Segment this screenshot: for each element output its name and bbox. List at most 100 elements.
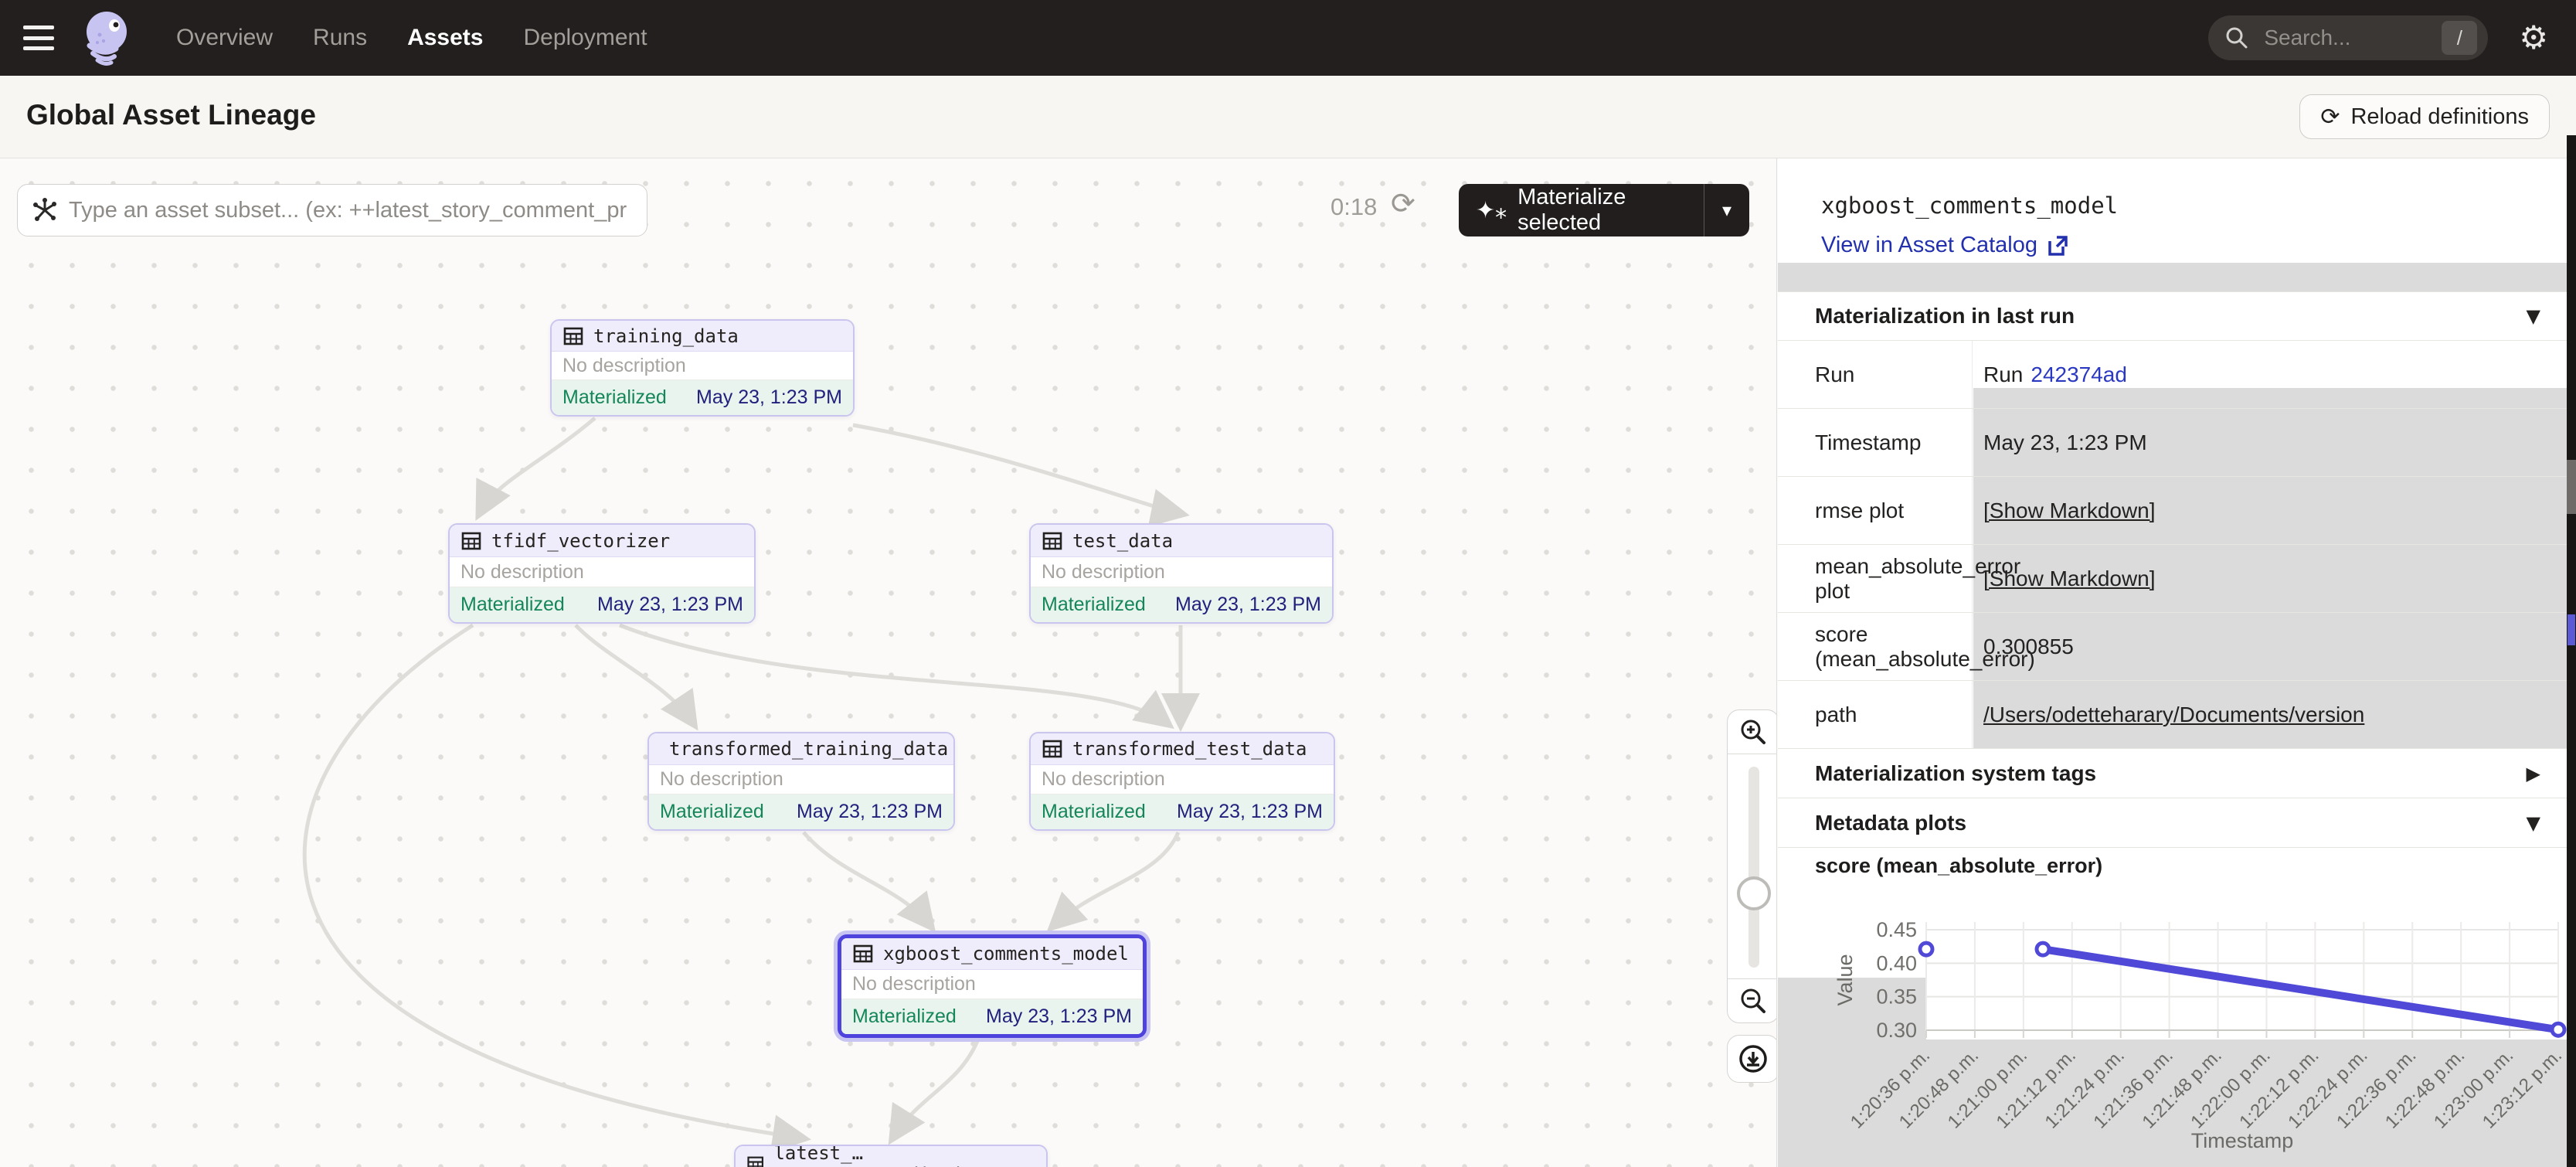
asset-node-test_data[interactable]: test_data No description Materialized Ma… [1029,523,1334,624]
asset-node-timestamp[interactable]: May 23, 1:23 PM [696,386,842,409]
metadata-value-link[interactable]: [Show Markdown] [1983,566,2156,591]
nav-item-assets[interactable]: Assets [407,0,483,76]
right-edge-strip [2567,135,2576,1167]
asset-node-timestamp[interactable]: May 23, 1:23 PM [797,801,943,823]
table-icon [746,1153,764,1167]
asset-node-status: Materialized [562,386,667,409]
asset-node-timestamp[interactable]: May 23, 1:23 PM [597,594,743,616]
table-icon [852,943,874,965]
nav-item-deployment[interactable]: Deployment [523,0,647,76]
metadata-value: [Show Markdown] [1973,477,2567,544]
metadata-row: score (mean_absolute_error) 0.300855 [1778,612,2567,680]
metadata-row: rmse plot [Show Markdown] [1778,476,2567,544]
asset-node-name: training_data [593,325,739,347]
top-nav: Overview Runs Assets Deployment Search... /… [0,0,2576,76]
asset-node-transformed_training_data[interactable]: transformed_training_data No description… [647,732,955,831]
hamburger-menu-icon[interactable] [23,26,54,50]
asset-node-latest__comment_predictions[interactable]: latest_…_comment_predictions No descript… [734,1145,1048,1167]
materialize-dropdown-caret[interactable]: ▾ [1704,199,1749,221]
asset-node-name: test_data [1072,530,1173,552]
metadata-row: Run Run 242374ad [1778,340,2567,408]
zoom-slider-handle[interactable] [1737,876,1771,910]
zoom-controls [1727,709,1777,1023]
materialize-selected-button[interactable]: ✦⁎ Materialize selected ▾ [1459,184,1749,236]
asset-node-timestamp[interactable]: May 23, 1:23 PM [986,1005,1132,1028]
materialization-metadata-table: Run Run 242374ad Timestamp May 23, 1:23 P… [1778,340,2567,748]
metadata-plot-title: score (mean_absolute_error) [1815,854,2102,878]
metadata-label: mean_absolute_error plot [1778,545,1973,612]
svg-text:0.40: 0.40 [1876,951,1917,975]
chevron-right-icon: ▶ [2527,763,2540,784]
catalog-link-label: View in Asset Catalog [1821,233,2037,258]
asset-node-status: Materialized [1042,801,1146,823]
section-label: Metadata plots [1815,811,1966,835]
nav-item-overview[interactable]: Overview [176,0,273,76]
metadata-value-link[interactable]: /Users/odetteharary/Documents/version [1983,703,2364,727]
table-icon [1042,738,1063,760]
download-graph-button[interactable] [1727,1035,1777,1083]
metadata-value: /Users/odetteharary/Documents/version [1973,681,2567,748]
graph-refresh-icon[interactable]: ⟳ [1391,186,1415,220]
asset-node-name: tfidf_vectorizer [491,530,670,552]
external-link-icon [2047,235,2068,257]
download-icon [1737,1043,1769,1075]
divider [1778,847,2567,848]
run-prefix: Run [1983,362,2023,387]
asset-node-description: No description [1031,765,1334,794]
svg-text:0.30: 0.30 [1876,1019,1917,1042]
zoom-out-button[interactable] [1728,979,1777,1022]
metadata-label: Run [1778,341,1973,408]
asset-node-description: No description [1031,557,1332,587]
asset-subset-placeholder: Type an asset subset... (ex: ++latest_st… [69,198,641,223]
search-input[interactable]: Search... / [2208,15,2488,60]
asset-node-xgboost_comments_model[interactable]: xgboost_comments_model No description Ma… [838,934,1147,1038]
asset-node-name: transformed_training_data [669,738,948,760]
run-id-link[interactable]: 242374ad [2031,362,2127,387]
metadata-row: Timestamp May 23, 1:23 PM [1778,408,2567,476]
asset-node-training_data[interactable]: training_data No description Materialize… [550,319,855,417]
asset-lineage-graph[interactable]: Type an asset subset... (ex: ++latest_st… [0,158,1777,1167]
metadata-value: Run 242374ad [1973,341,2567,408]
table-icon [562,325,584,347]
section-materialization-system-tags[interactable]: Materialization system tags ▶ [1778,748,2567,798]
asset-name-title: xgboost_comments_model [1821,192,2118,219]
reload-definitions-button[interactable]: ⟳ Reload definitions [2299,94,2550,139]
asset-graph-filter-icon [32,197,58,223]
gear-icon[interactable]: ⚙ [2519,22,2548,54]
asset-node-timestamp[interactable]: May 23, 1:23 PM [1177,801,1323,823]
section-label: Materialization system tags [1815,761,2096,786]
asset-node-description: No description [841,970,1143,999]
section-metadata-plots[interactable]: Metadata plots ▼ [1778,798,2567,847]
table-icon [1042,530,1063,552]
svg-text:0.45: 0.45 [1876,918,1917,941]
asset-node-description: No description [552,352,853,380]
zoom-slider-track [1748,767,1759,968]
page-header: Global Asset Lineage ⟳ Reload definition… [0,76,2576,158]
asset-node-status: Materialized [460,594,565,616]
asset-node-timestamp[interactable]: May 23, 1:23 PM [1175,594,1321,616]
score-line-chart[interactable]: 0.450.400.350.30Value1:20:36 p.m.1:20:48… [1778,881,2567,1167]
section-materialization-last-run[interactable]: Materialization in last run ▼ [1778,291,2567,340]
view-in-asset-catalog-link[interactable]: View in Asset Catalog [1821,233,2068,258]
nav-item-runs[interactable]: Runs [313,0,367,76]
asset-subset-input[interactable]: Type an asset subset... (ex: ++latest_st… [17,184,647,236]
refresh-icon: ⟳ [2320,104,2340,131]
metadata-value-link[interactable]: [Show Markdown] [1983,498,2156,523]
zoom-in-button[interactable] [1728,710,1777,754]
metadata-value: May 23, 1:23 PM [1973,409,2567,476]
section-label: Materialization in last run [1815,304,2075,328]
asset-node-name: xgboost_comments_model [883,943,1129,965]
dagster-logo-icon[interactable] [74,9,133,67]
asset-node-description: No description [649,765,953,794]
sparkle-icon: ✦⁎ [1476,197,1507,224]
selection-highlight [1778,263,2567,291]
svg-text:Value: Value [1833,954,1857,1005]
asset-node-transformed_test_data[interactable]: transformed_test_data No description Mat… [1029,732,1335,831]
chevron-down-icon: ▼ [2527,305,2540,327]
zoom-slider[interactable] [1728,754,1777,979]
asset-node-tfidf_vectorizer[interactable]: tfidf_vectorizer No description Material… [448,523,756,624]
asset-node-status: Materialized [852,1005,957,1028]
search-icon [2224,25,2250,51]
primary-nav: Overview Runs Assets Deployment [176,0,647,76]
asset-node-status: Materialized [660,801,764,823]
